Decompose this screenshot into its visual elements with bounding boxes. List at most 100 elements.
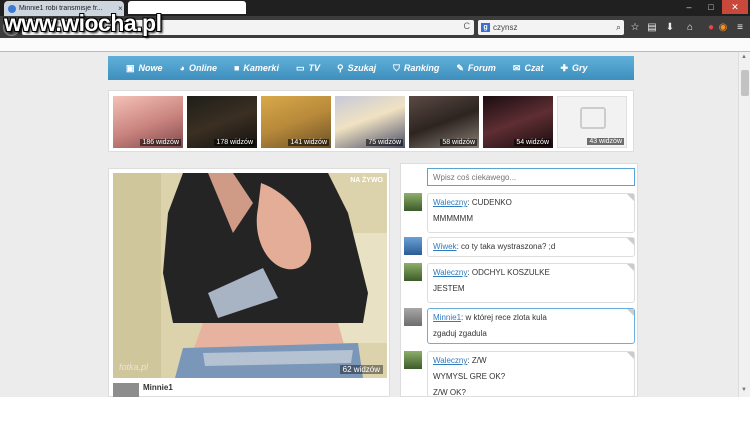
avatar[interactable] bbox=[404, 351, 422, 369]
message-corner-icon bbox=[627, 309, 634, 316]
chat-text: zgaduj zgadula bbox=[433, 329, 487, 338]
chat-username[interactable]: Waleczny bbox=[433, 356, 467, 365]
bookmark-list-icon[interactable]: ▤ bbox=[645, 21, 659, 34]
chat-text: MMMMMM bbox=[433, 214, 473, 223]
live-video[interactable]: NA ŻYWO fotka.pl 62 widzów bbox=[113, 173, 387, 378]
chat-text: WYMYSL GRE OK? bbox=[433, 372, 506, 381]
maximize-button[interactable]: □ bbox=[700, 0, 722, 14]
menu-item-label: Czat bbox=[524, 63, 544, 73]
reload-icon[interactable]: C bbox=[464, 21, 471, 31]
stream-thumbnail[interactable]: 75 widzów bbox=[335, 96, 405, 148]
chat-text: CUDENKO bbox=[471, 198, 512, 207]
menu-item-label: TV bbox=[308, 63, 320, 73]
message-corner-icon bbox=[627, 264, 634, 271]
chat-username[interactable]: Wiwek bbox=[433, 242, 457, 251]
menu-item-label: Kamerki bbox=[243, 63, 279, 73]
avatar[interactable] bbox=[404, 193, 422, 211]
watermark-text: www.wiocha.pl bbox=[4, 10, 162, 36]
live-streams-strip: 186 widzów 178 widzów 141 widzów 75 widz… bbox=[108, 90, 634, 152]
thumbnail-viewers: 43 widzów bbox=[587, 138, 624, 145]
video-panel: NA ŻYWO fotka.pl 62 widzów Minnie1 bbox=[108, 168, 390, 397]
thumbnail-viewers: 75 widzów bbox=[366, 139, 403, 146]
menu-item-gry[interactable]: ✚ Gry bbox=[560, 63, 587, 74]
menu-item-szukaj[interactable]: ⚲ Szukaj bbox=[337, 63, 376, 74]
stream-thumbnail[interactable]: 141 widzów bbox=[261, 96, 331, 148]
search-bar[interactable]: g czynsz ⌕ bbox=[478, 20, 624, 35]
chat-username[interactable]: Minnie1 bbox=[433, 313, 461, 322]
scroll-down-icon[interactable]: ▼ bbox=[741, 387, 747, 393]
chat-text: co ty taka wystraszona? ;d bbox=[461, 242, 556, 251]
search-icon: ⚲ bbox=[336, 62, 344, 73]
star-icon[interactable]: ☆ bbox=[628, 21, 642, 34]
shield-icon: ⛉ bbox=[393, 62, 400, 73]
thumbnail-viewers: 186 widzów bbox=[140, 139, 181, 146]
stream-thumbnail[interactable]: 43 widzów bbox=[557, 96, 627, 148]
menu-item-kamerki[interactable]: ■ Kamerki bbox=[234, 63, 279, 73]
stream-thumbnail[interactable]: 186 widzów bbox=[113, 96, 183, 148]
search-input[interactable]: czynsz bbox=[493, 23, 613, 32]
home-icon[interactable]: ⌂ bbox=[683, 21, 697, 34]
chat-username[interactable]: Waleczny bbox=[433, 268, 467, 277]
google-icon[interactable]: g bbox=[481, 23, 490, 32]
avatar[interactable] bbox=[404, 263, 422, 281]
bottom-blank-area bbox=[0, 397, 750, 422]
avatar[interactable] bbox=[404, 237, 422, 255]
thumbnail-viewers: 58 widzów bbox=[440, 139, 477, 146]
scrollbar[interactable]: ▲ ▼ bbox=[738, 52, 750, 397]
globe-icon: ◕ bbox=[179, 63, 185, 73]
camera-placeholder-icon bbox=[580, 107, 606, 129]
menu-icon[interactable]: ≡ bbox=[733, 21, 747, 34]
close-window-button[interactable]: ✕ bbox=[722, 0, 748, 14]
video-frame-image bbox=[113, 173, 387, 378]
chat-message: Waleczny: ODCHYL KOSZULKE JESTEM bbox=[427, 263, 635, 303]
thumbnail-viewers: 141 widzów bbox=[288, 139, 329, 146]
site-logo-watermark: fotka.pl bbox=[119, 362, 149, 372]
stream-thumbnail[interactable]: 58 widzów bbox=[409, 96, 479, 148]
image-icon: ▣ bbox=[126, 62, 135, 73]
menu-item-label: Online bbox=[188, 63, 217, 73]
stream-thumbnail[interactable]: 178 widzów bbox=[187, 96, 257, 148]
site-menu: ▣ Nowe ◕ Online ■ Kamerki ▭ TV ⚲ Szukaj … bbox=[108, 56, 634, 80]
camera-icon: ■ bbox=[233, 63, 240, 73]
chat-text: JESTEM bbox=[433, 284, 465, 293]
chat-text: ODCHYL KOSZULKE bbox=[471, 268, 550, 277]
scroll-thumb[interactable] bbox=[741, 70, 749, 96]
menu-item-nowe[interactable]: ▣ Nowe bbox=[126, 63, 163, 74]
avatar[interactable] bbox=[404, 308, 422, 326]
menu-item-label: Forum bbox=[467, 63, 496, 73]
message-corner-icon bbox=[627, 352, 634, 359]
menu-item-czat[interactable]: ✉ Czat bbox=[513, 63, 544, 74]
chat-panel: Waleczny: CUDENKO MMMMMM Wiwek: co ty ta… bbox=[400, 163, 638, 397]
minimize-button[interactable]: – bbox=[678, 0, 700, 14]
pencil-icon: ✎ bbox=[456, 62, 464, 73]
chat-text: Z/W bbox=[471, 356, 487, 365]
menu-item-label: Nowe bbox=[138, 63, 163, 73]
chat-username[interactable]: Waleczny bbox=[433, 198, 467, 207]
chat-input[interactable] bbox=[427, 168, 635, 186]
menu-item-tv[interactable]: ▭ TV bbox=[296, 63, 320, 74]
menu-item-ranking[interactable]: ⛉ Ranking bbox=[393, 63, 439, 74]
menu-item-label: Ranking bbox=[403, 63, 440, 73]
chat-icon: ✉ bbox=[512, 62, 521, 73]
gamepad-icon: ✚ bbox=[560, 62, 569, 73]
stream-thumbnail[interactable]: 54 widzów bbox=[483, 96, 553, 148]
chat-text: w której rece zlota kula bbox=[465, 313, 547, 322]
streamer-name[interactable]: Minnie1 bbox=[143, 383, 173, 392]
menu-item-forum[interactable]: ✎ Forum bbox=[456, 63, 496, 74]
video-viewers-count: 62 widzów bbox=[339, 365, 383, 374]
tv-icon: ▭ bbox=[295, 62, 305, 73]
message-corner-icon bbox=[627, 194, 634, 201]
menu-item-label: Gry bbox=[572, 63, 588, 73]
thumbnail-viewers: 54 widzów bbox=[514, 139, 551, 146]
download-icon[interactable]: ⬇ bbox=[663, 21, 677, 34]
streamer-avatar[interactable] bbox=[113, 383, 139, 397]
message-corner-icon bbox=[627, 238, 634, 245]
scroll-up-icon[interactable]: ▲ bbox=[741, 54, 747, 60]
live-badge: NA ŻYWO bbox=[350, 177, 383, 184]
menu-item-label: Szukaj bbox=[347, 63, 377, 73]
chat-message-highlighted: Minnie1: w której rece zlota kula zgaduj… bbox=[427, 308, 635, 344]
firefox-icon[interactable]: ◉ bbox=[716, 21, 730, 34]
chat-message: Wiwek: co ty taka wystraszona? ;d bbox=[427, 237, 635, 257]
menu-item-online[interactable]: ◕ Online bbox=[180, 63, 217, 73]
search-go-icon[interactable]: ⌕ bbox=[616, 22, 624, 33]
